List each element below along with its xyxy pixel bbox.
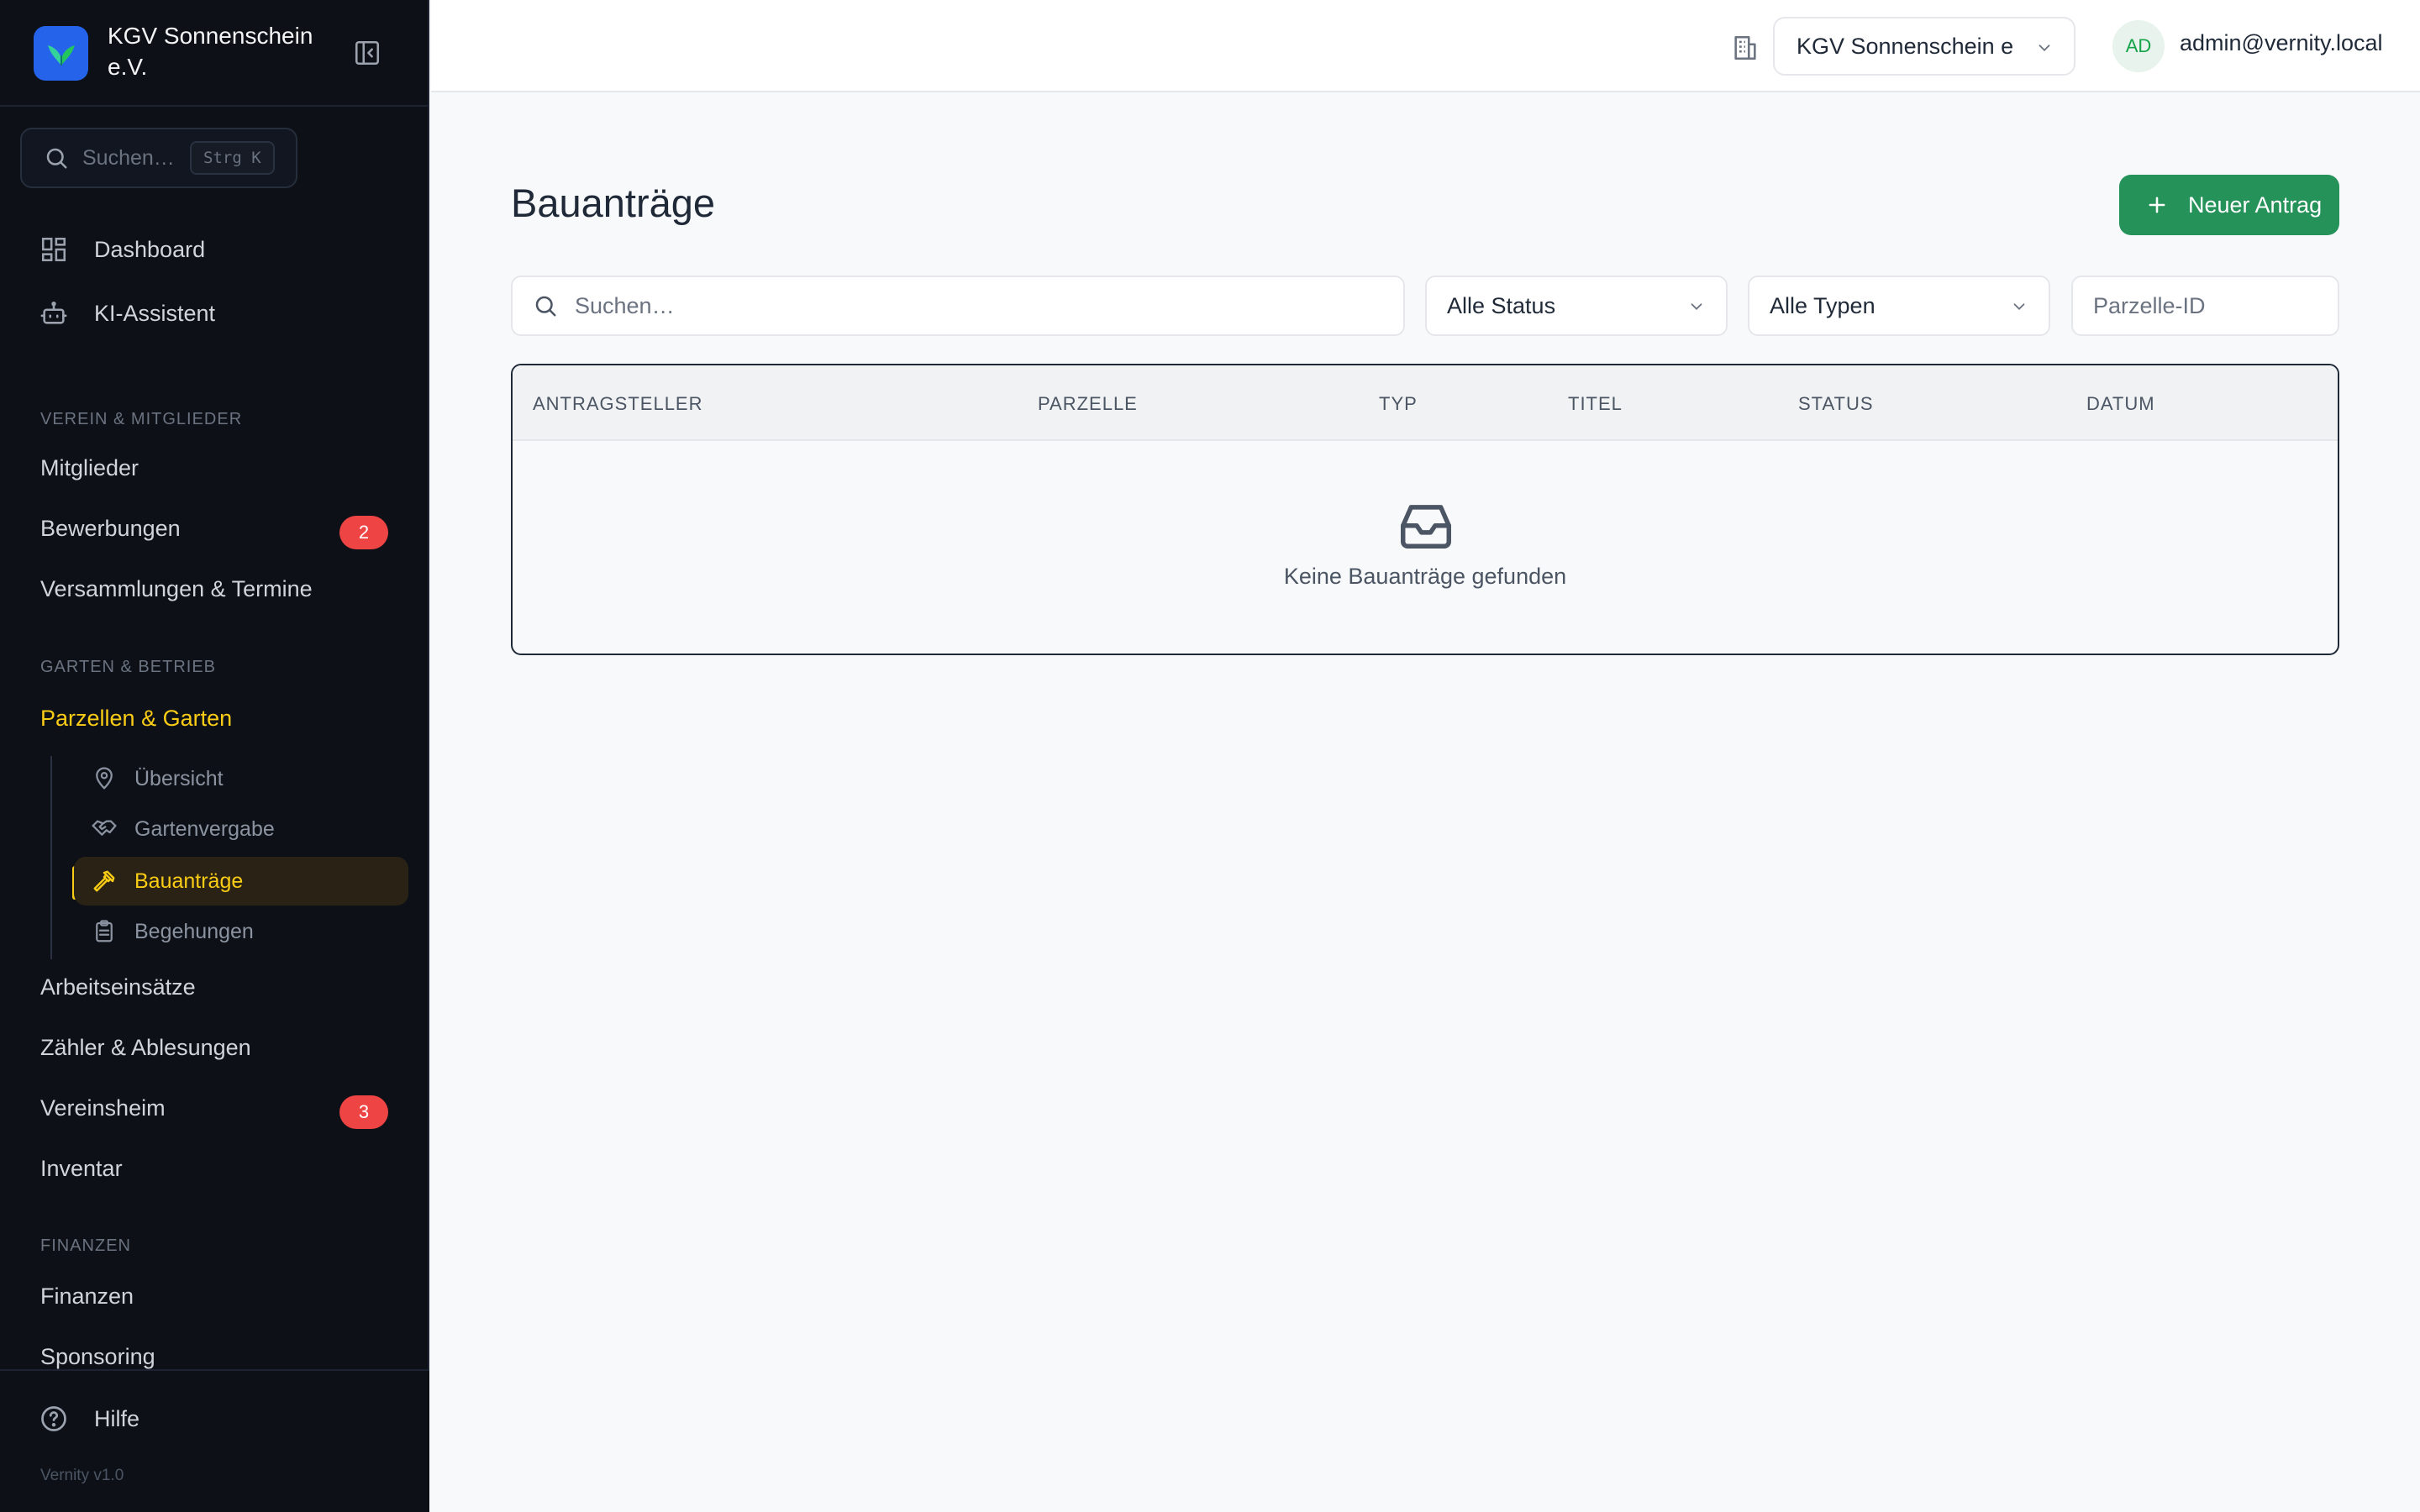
sidebar: KGV Sonnenschein e.V. Suchen… Strg K Das…: [0, 0, 429, 1512]
plus-icon: [2143, 191, 2171, 219]
sidebar-search-placeholder: Suchen…: [82, 145, 175, 170]
sidebar-item-dashboard[interactable]: Dashboard: [20, 223, 408, 276]
sidebar-subitem-gartenvergabe[interactable]: Gartenvergabe: [74, 805, 408, 853]
sidebar-item-arbeitseinsaetze[interactable]: Arbeitseinsätze: [20, 961, 408, 1013]
type-filter-value: Alle Typen: [1770, 292, 1876, 318]
section-heading-verein: VEREIN & MITGLIEDER: [40, 410, 243, 428]
sidebar-subitem-label: Gartenvergabe: [134, 816, 275, 841]
submenu-guide-line: [50, 756, 52, 959]
sidebar-item-label: Inventar: [40, 1155, 123, 1181]
search-field[interactable]: [511, 276, 1405, 336]
help-circle-icon: [37, 1402, 71, 1436]
robot-icon: [37, 297, 71, 330]
sidebar-item-mitglieder[interactable]: Mitglieder: [20, 442, 408, 494]
sidebar-item-inventar[interactable]: Inventar: [20, 1142, 408, 1194]
count-badge: 2: [339, 516, 388, 549]
sidebar-item-finanzen[interactable]: Finanzen: [20, 1270, 408, 1322]
search-icon: [535, 296, 556, 317]
sidebar-toggle-icon: [355, 40, 380, 66]
sidebar-subitem-bauantraege[interactable]: Bauanträge: [74, 857, 408, 906]
new-request-button[interactable]: Neuer Antrag: [2119, 175, 2339, 235]
sidebar-search[interactable]: Suchen… Strg K: [20, 128, 297, 188]
building-icon: [1734, 35, 1756, 60]
column-header-parzelle[interactable]: PARZELLE: [1038, 393, 1138, 415]
clipboard-icon: [89, 916, 119, 947]
sidebar-item-label: Zähler & Ablesungen: [40, 1034, 251, 1060]
status-filter-select[interactable]: Alle Status: [1425, 276, 1728, 336]
map-pin-icon: [89, 764, 119, 794]
page-title: Bauanträge: [511, 181, 716, 225]
sidebar-item-label: Parzellen & Garten: [40, 705, 233, 731]
parcel-id-field[interactable]: [2071, 276, 2339, 336]
sidebar-subitem-uebersicht[interactable]: Übersicht: [74, 754, 408, 803]
type-filter-select[interactable]: Alle Typen: [1748, 276, 2050, 336]
sidebar-item-vereinsheim[interactable]: Vereinsheim 3: [20, 1082, 408, 1134]
chevron-down-icon: [1691, 303, 1702, 311]
empty-state-message: Keine Bauanträge gefunden: [1283, 564, 1567, 589]
sidebar-subitem-label: Bauanträge: [134, 869, 244, 893]
table-header: ANTRAGSTELLER PARZELLE TYP TITEL STATUS …: [513, 365, 2338, 441]
column-header-status[interactable]: STATUS: [1798, 393, 1874, 415]
search-icon: [46, 148, 67, 169]
collapse-sidebar-button[interactable]: [351, 37, 383, 69]
section-heading-garten: GARTEN & BETRIEB: [40, 658, 217, 676]
handshake-icon: [89, 814, 119, 844]
user-email[interactable]: admin@vernity.local: [2180, 30, 2383, 56]
chevron-down-icon: [2039, 45, 2050, 52]
search-input[interactable]: [575, 292, 1331, 319]
hammer-icon: [89, 866, 119, 896]
brand-name: KGV Sonnenschein e.V.: [108, 23, 313, 80]
sidebar-item-zaehler[interactable]: Zähler & Ablesungen: [20, 1021, 408, 1074]
count-badge: 3: [339, 1095, 388, 1129]
column-header-antragsteller[interactable]: ANTRAGSTELLER: [533, 393, 703, 415]
app-version: Vernity v1.0: [40, 1467, 124, 1484]
sidebar-item-label: KI-Assistent: [94, 300, 216, 326]
column-header-titel[interactable]: TITEL: [1568, 393, 1623, 415]
logo-icon: [34, 26, 88, 81]
sidebar-item-versammlungen[interactable]: Versammlungen & Termine: [20, 563, 408, 615]
column-header-datum[interactable]: DATUM: [2086, 393, 2155, 415]
sidebar-item-label: Hilfe: [94, 1405, 140, 1431]
keyboard-shortcut: Strg K: [190, 141, 275, 175]
section-heading-finanzen: FINANZEN: [40, 1236, 131, 1255]
dashboard-icon: [37, 233, 71, 266]
sidebar-item-label: Sponsoring: [40, 1343, 155, 1369]
parcel-id-input[interactable]: [2093, 292, 2320, 319]
avatar[interactable]: AD: [2112, 20, 2165, 72]
column-header-typ[interactable]: TYP: [1379, 393, 1418, 415]
brand-header: KGV Sonnenschein e.V.: [0, 0, 429, 107]
sidebar-item-parzellen[interactable]: Parzellen & Garten: [20, 692, 408, 744]
new-request-button-label: Neuer Antrag: [2188, 192, 2323, 218]
sidebar-item-label: Bewerbungen: [40, 515, 181, 541]
sidebar-item-label: Dashboard: [94, 236, 206, 262]
sidebar-item-ki-assistent[interactable]: KI-Assistent: [20, 287, 408, 339]
sidebar-item-label: Finanzen: [40, 1283, 134, 1309]
organization-select-value: KGV Sonnenschein e.V.: [1797, 33, 2015, 59]
sidebar-subitem-begehungen[interactable]: Begehungen: [74, 907, 408, 956]
sidebar-subitem-label: Übersicht: [134, 766, 224, 790]
sidebar-item-label: Versammlungen & Termine: [40, 575, 313, 601]
organization-select[interactable]: KGV Sonnenschein e.V.: [1773, 17, 2075, 76]
sidebar-item-label: Mitglieder: [40, 454, 139, 480]
sidebar-subitem-label: Begehungen: [134, 919, 254, 943]
sidebar-item-label: Arbeitseinsätze: [40, 974, 196, 1000]
status-filter-value: Alle Status: [1447, 292, 1556, 318]
chevron-down-icon: [2013, 303, 2025, 311]
sidebar-item-bewerbungen[interactable]: Bewerbungen 2: [20, 502, 408, 554]
inbox-icon: [1401, 505, 1451, 549]
sidebar-item-label: Vereinsheim: [40, 1095, 166, 1121]
sidebar-item-hilfe[interactable]: Hilfe: [20, 1393, 408, 1445]
requests-table: ANTRAGSTELLER PARZELLE TYP TITEL STATUS …: [511, 364, 2339, 655]
